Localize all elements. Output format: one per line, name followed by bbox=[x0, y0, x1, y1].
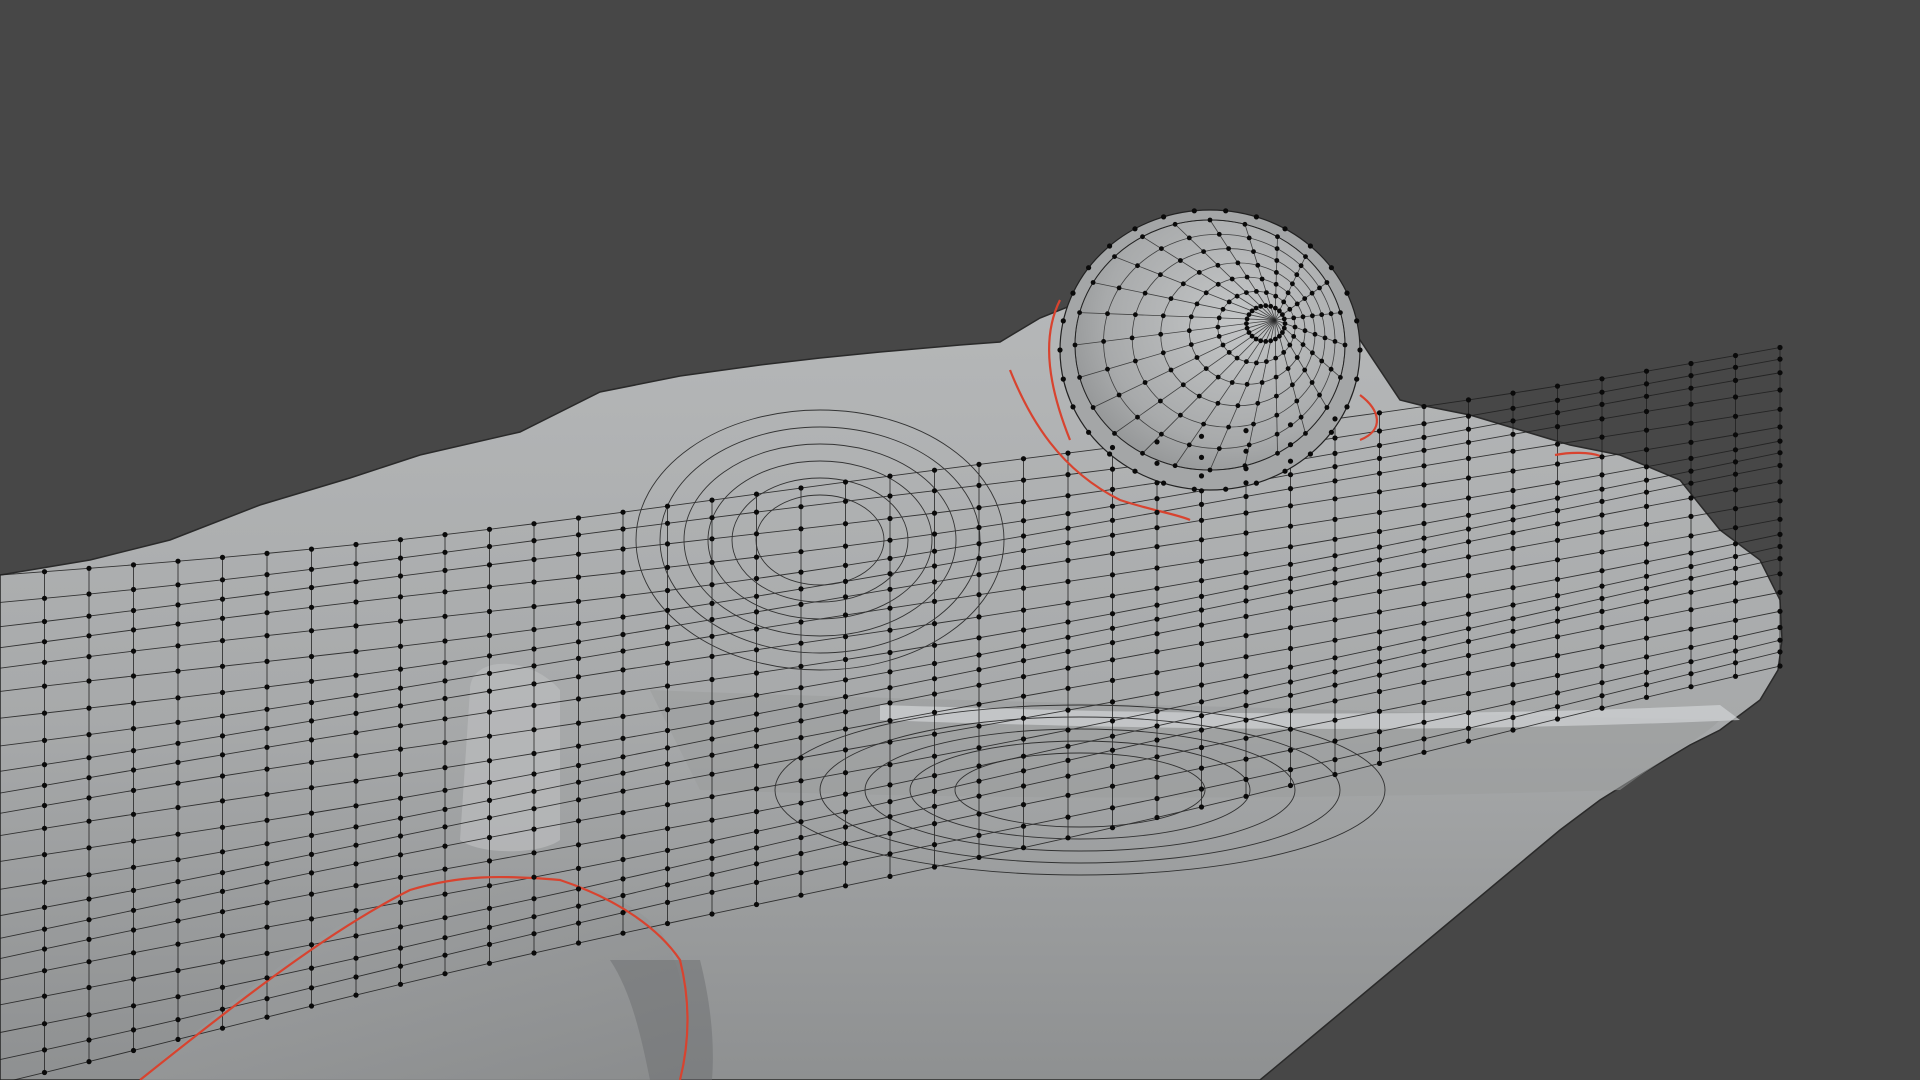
eye-mesh[interactable] bbox=[1059, 209, 1361, 491]
3d-viewport[interactable] bbox=[0, 0, 1920, 1080]
viewport-canvas[interactable] bbox=[0, 0, 1920, 1080]
